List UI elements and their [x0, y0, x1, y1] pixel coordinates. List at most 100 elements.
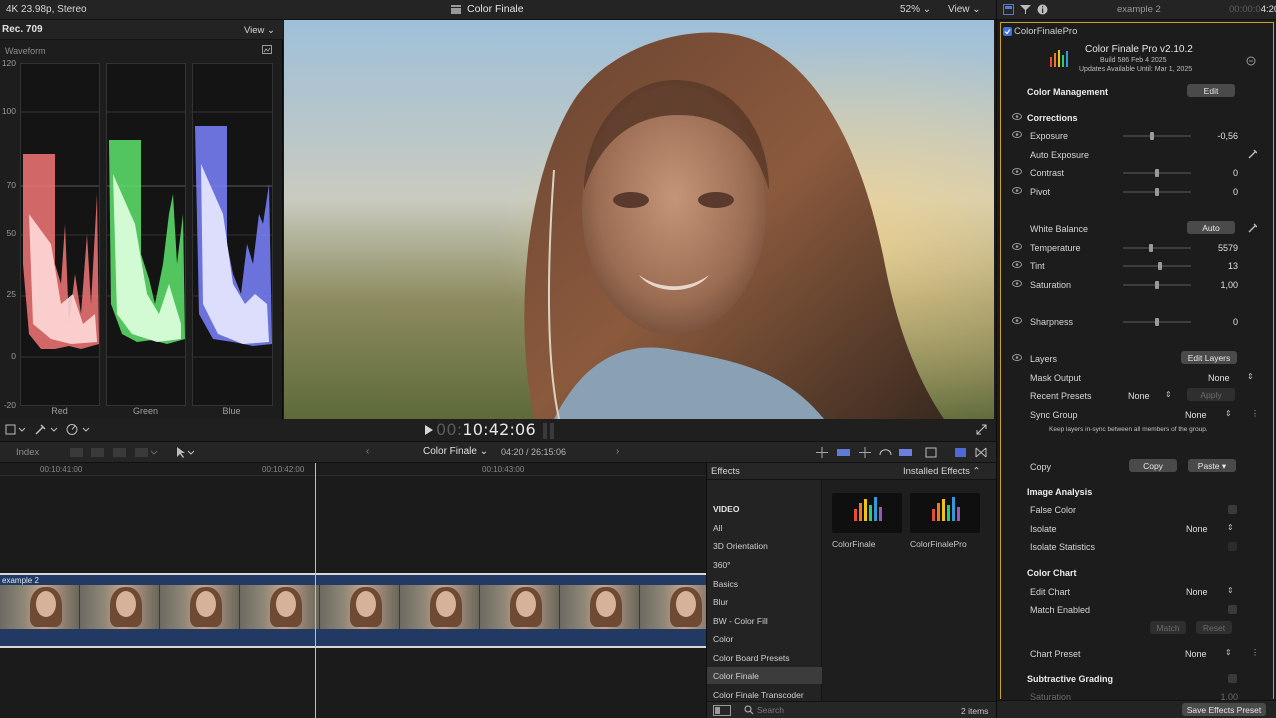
timeline[interactable]: 00:10:41:00 00:10:42:00 00:10:43:00 exam…: [0, 463, 706, 718]
effect-tile-colorfinale[interactable]: ColorFinale: [832, 493, 902, 549]
pivot-slider[interactable]: [1123, 188, 1191, 196]
category-item[interactable]: All: [707, 519, 822, 536]
enhance-icon[interactable]: [34, 423, 58, 436]
sharpness-value[interactable]: 0: [1233, 317, 1238, 327]
eye-icon[interactable]: [1012, 261, 1022, 268]
category-item[interactable]: BW - Color Fill: [707, 612, 822, 629]
isolate-statistics-checkbox[interactable]: [1228, 542, 1237, 551]
effect-tile-colorfinalepro[interactable]: ColorFinalePro: [910, 493, 980, 549]
updown-icon[interactable]: ⇕: [1225, 648, 1232, 657]
eye-icon[interactable]: [1012, 280, 1022, 287]
paste-button[interactable]: Paste ▾: [1188, 459, 1236, 472]
exposure-value[interactable]: -0,56: [1217, 131, 1238, 141]
slider-knob[interactable]: [1155, 318, 1159, 326]
tint-slider[interactable]: [1123, 262, 1191, 270]
color-management-edit-button[interactable]: Edit: [1187, 84, 1235, 97]
slider-knob[interactable]: [1148, 244, 1153, 252]
index-button[interactable]: Index: [16, 447, 39, 458]
match-enabled-checkbox[interactable]: [1228, 605, 1237, 614]
subtractive-saturation-value[interactable]: 1,00: [1220, 692, 1238, 700]
timeline-ruler[interactable]: 00:10:41:00 00:10:42:00 00:10:43:00: [0, 463, 706, 476]
edit-chart-select[interactable]: None: [1186, 587, 1208, 597]
info-icon[interactable]: [1037, 4, 1048, 15]
false-color-checkbox[interactable]: [1228, 505, 1237, 514]
installed-effects-menu[interactable]: Installed Effects ⌃: [903, 466, 981, 477]
scope-settings-icon[interactable]: [262, 45, 272, 54]
category-item-selected[interactable]: Color Finale: [707, 667, 822, 684]
category-item[interactable]: Color Board Presets: [707, 649, 822, 666]
category-item[interactable]: Color: [707, 630, 822, 647]
playhead[interactable]: [315, 463, 316, 718]
isolate-select[interactable]: None: [1186, 524, 1208, 534]
edit-layers-button[interactable]: Edit Layers: [1181, 351, 1237, 364]
pivot-value[interactable]: 0: [1233, 187, 1238, 197]
video-viewer[interactable]: [284, 20, 994, 419]
category-video[interactable]: VIDEO: [707, 500, 822, 517]
slider-knob[interactable]: [1149, 132, 1154, 140]
tint-value[interactable]: 13: [1228, 261, 1238, 271]
next-project-icon[interactable]: ›: [616, 446, 619, 457]
slider-knob[interactable]: [1155, 281, 1159, 289]
prev-project-icon[interactable]: ‹: [366, 446, 369, 457]
sharpness-slider[interactable]: [1123, 318, 1191, 326]
eye-icon[interactable]: [1012, 354, 1022, 361]
saturation-value[interactable]: 1,00: [1220, 280, 1238, 290]
chart-preset-select[interactable]: None: [1185, 649, 1207, 659]
updown-icon[interactable]: ⇕: [1247, 372, 1254, 381]
sidebar-toggle-icon[interactable]: [713, 705, 731, 716]
category-item[interactable]: 360°: [707, 556, 822, 573]
speed-icon[interactable]: [66, 423, 92, 436]
white-balance-auto-button[interactable]: Auto: [1187, 221, 1235, 234]
enable-checkbox[interactable]: [1003, 27, 1012, 36]
category-item[interactable]: Basics: [707, 575, 822, 592]
more-options-icon[interactable]: ⋮: [1251, 648, 1259, 657]
updown-icon[interactable]: ⇕: [1227, 523, 1234, 532]
updown-icon[interactable]: ⇕: [1165, 390, 1172, 399]
eye-icon[interactable]: [1012, 113, 1022, 120]
contrast-slider[interactable]: [1123, 169, 1191, 177]
sync-group-select[interactable]: None: [1185, 410, 1207, 420]
category-item[interactable]: Blur: [707, 593, 822, 610]
reset-button[interactable]: Reset: [1196, 621, 1232, 634]
eye-icon[interactable]: [1012, 131, 1022, 138]
apply-preset-button[interactable]: Apply: [1187, 388, 1235, 401]
eye-icon[interactable]: [1012, 243, 1022, 250]
eye-icon[interactable]: [1012, 187, 1022, 194]
transform-icon[interactable]: [5, 424, 25, 436]
subtractive-grading-checkbox[interactable]: [1228, 674, 1237, 683]
category-item[interactable]: 3D Orientation: [707, 537, 822, 554]
eyedropper-icon[interactable]: [1248, 223, 1257, 233]
match-button[interactable]: Match: [1150, 621, 1186, 634]
more-options-icon[interactable]: ⋮: [1251, 409, 1259, 418]
effects-search-input[interactable]: Search: [757, 705, 784, 715]
eyedropper-icon[interactable]: [1248, 149, 1257, 159]
temperature-slider[interactable]: [1123, 244, 1191, 252]
zoom-menu[interactable]: 52% ⌄: [900, 4, 931, 15]
reset-parameters-icon[interactable]: [1246, 56, 1256, 66]
video-inspector-icon[interactable]: [1003, 4, 1014, 15]
play-button[interactable]: [425, 425, 433, 435]
eye-icon[interactable]: [1012, 168, 1022, 175]
fullscreen-icon[interactable]: [976, 424, 987, 435]
scope-view-menu[interactable]: View ⌄: [244, 25, 275, 36]
save-effects-preset-button[interactable]: Save Effects Preset: [1182, 703, 1266, 716]
updown-icon[interactable]: ⇕: [1227, 586, 1234, 595]
exposure-slider[interactable]: [1123, 132, 1191, 140]
saturation-slider[interactable]: [1123, 281, 1191, 289]
timeline-tools-icons[interactable]: [815, 446, 990, 459]
eye-icon[interactable]: [1012, 317, 1022, 324]
recent-presets-select[interactable]: None: [1128, 391, 1150, 401]
updown-icon[interactable]: ⇕: [1225, 409, 1232, 418]
select-tool-icon[interactable]: [175, 446, 195, 459]
slider-knob[interactable]: [1155, 188, 1159, 196]
timeline-clip[interactable]: example 2: [0, 573, 706, 648]
mask-output-select[interactable]: None: [1208, 373, 1230, 383]
temperature-value[interactable]: 5579: [1218, 243, 1238, 253]
copy-button[interactable]: Copy: [1129, 459, 1177, 472]
clip-connect-icons[interactable]: [70, 446, 160, 459]
filter-icon[interactable]: [1020, 4, 1031, 15]
slider-knob[interactable]: [1155, 169, 1159, 177]
slider-knob[interactable]: [1158, 262, 1163, 270]
viewer-view-menu[interactable]: View ⌄: [948, 4, 981, 15]
contrast-value[interactable]: 0: [1233, 168, 1238, 178]
